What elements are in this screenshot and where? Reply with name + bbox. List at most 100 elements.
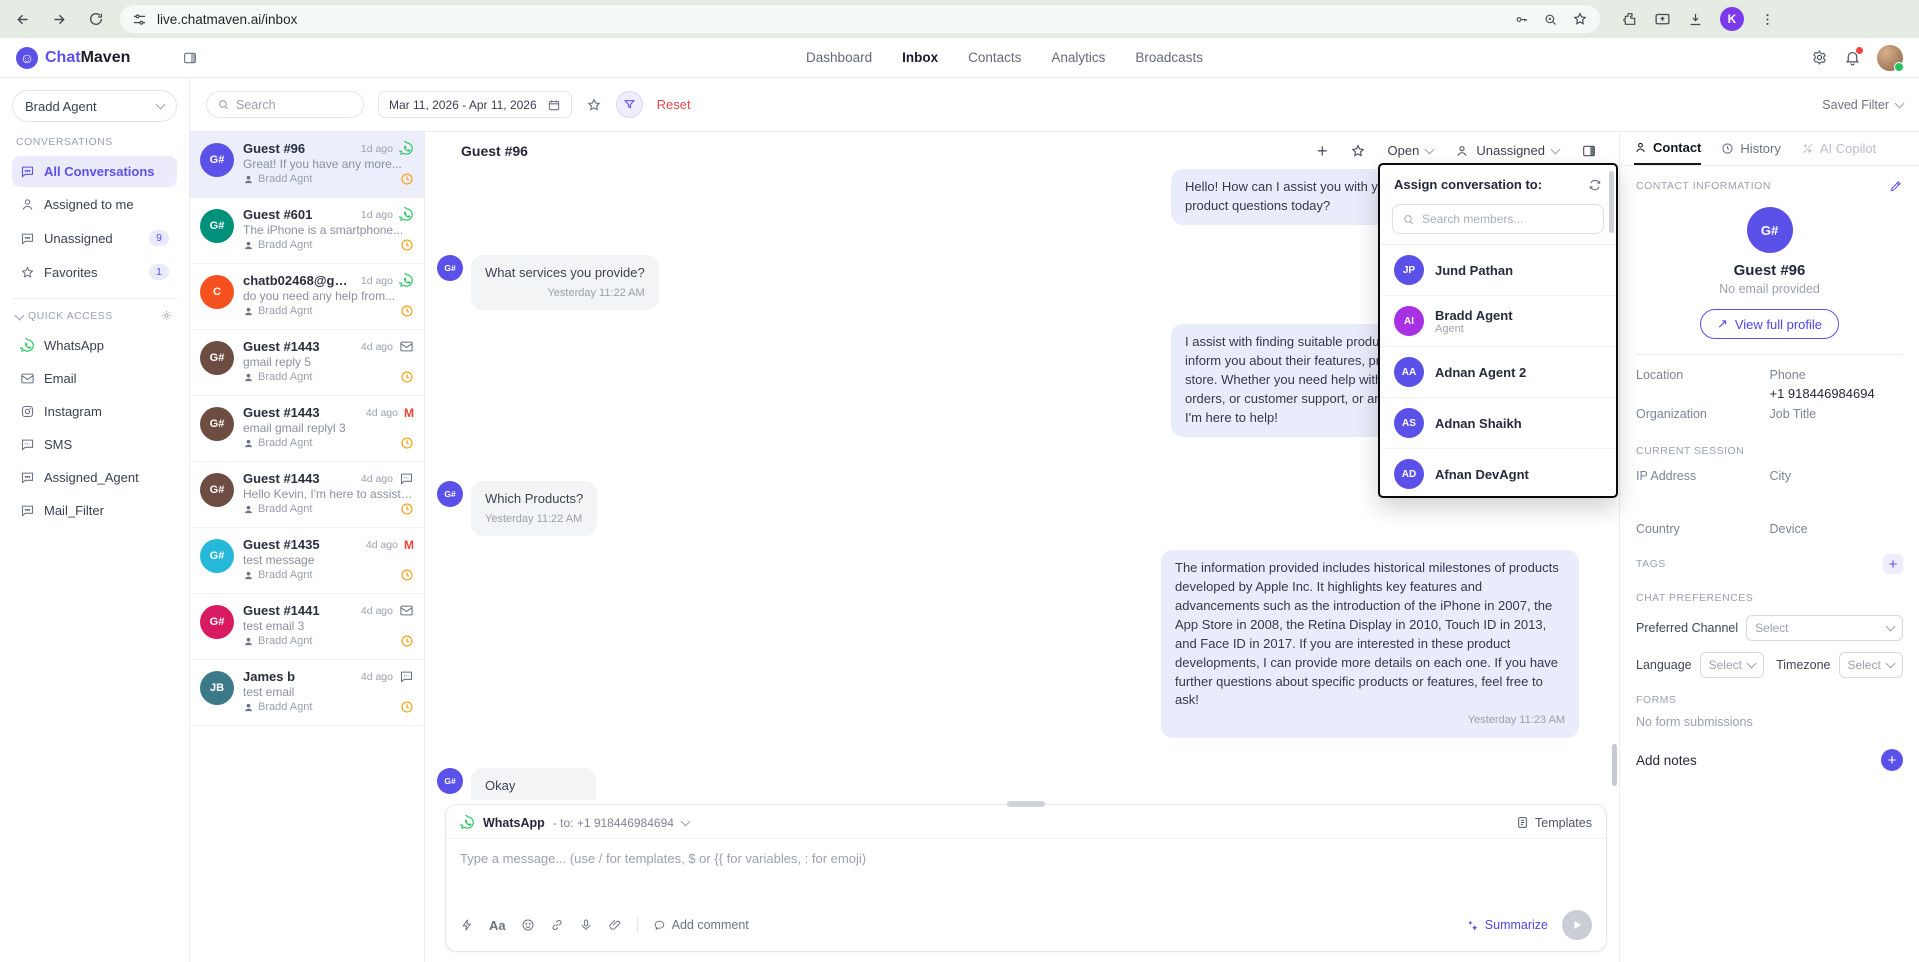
refresh-icon[interactable]	[1588, 178, 1602, 192]
browser-reload-icon[interactable]	[88, 11, 104, 27]
member-search-input[interactable]	[1422, 212, 1594, 226]
quick-access-item[interactable]: Instagram	[12, 396, 177, 427]
chat-bubble-icon	[20, 231, 35, 246]
conversation-row[interactable]: G# Guest #1441 4d ago test email 3 Bradd…	[190, 594, 424, 660]
chevron-down-icon[interactable]	[15, 310, 25, 320]
member-row[interactable]: AI Bradd Agent Agent	[1380, 295, 1616, 346]
downloads-icon[interactable]	[1687, 11, 1704, 28]
add-comment-button[interactable]: Add comment	[653, 918, 749, 932]
favorite-star-icon[interactable]	[1350, 143, 1366, 159]
bookmark-star-icon[interactable]	[1572, 11, 1588, 27]
phone-value: +1 918446984694	[1770, 386, 1904, 403]
sidebar-item[interactable]: All Conversations	[12, 156, 177, 187]
notifications-bell-icon[interactable]	[1844, 49, 1861, 66]
browser-menu-icon[interactable]	[1760, 12, 1775, 27]
nav-item[interactable]: Broadcasts	[1135, 50, 1203, 65]
conversation-preview: email gmail replyl 3	[243, 421, 414, 435]
sidebar-item[interactable]: Unassigned 9	[12, 222, 177, 254]
member-row[interactable]: AS Adnan Shaikh	[1380, 397, 1616, 448]
nav-item[interactable]: Dashboard	[806, 50, 872, 65]
browser-back-icon[interactable]	[14, 11, 31, 28]
panel-toggle-icon[interactable]	[1581, 143, 1597, 159]
quick-access-gear-icon[interactable]	[160, 309, 173, 322]
filter-funnel-button[interactable]	[616, 91, 643, 118]
sidebar-collapse-icon[interactable]	[182, 50, 198, 66]
quick-access-item[interactable]: Email	[12, 363, 177, 394]
favorite-filter-star-icon[interactable]	[586, 97, 602, 113]
reset-filters-link[interactable]: Reset	[657, 97, 691, 112]
member-row[interactable]: JP Jund Pathan	[1380, 245, 1616, 295]
chevron-down-icon[interactable]	[680, 816, 690, 826]
main-nav: Dashboard Inbox Contacts Analytics Broadcast…	[198, 50, 1811, 65]
member-search[interactable]	[1392, 204, 1604, 234]
sidebar-item[interactable]: Favorites 1	[12, 256, 177, 288]
assignee-dropdown[interactable]: Unassigned	[1455, 143, 1559, 158]
mic-icon[interactable]	[579, 918, 593, 932]
text-format-icon[interactable]: Aa	[489, 918, 506, 933]
tab-history[interactable]: History	[1721, 132, 1780, 165]
conversation-row[interactable]: G# Guest #1435 4d ago M test message Bra…	[190, 528, 424, 594]
nav-item[interactable]: Inbox	[902, 50, 938, 65]
add-icon[interactable]: +	[1317, 142, 1328, 160]
conversation-row[interactable]: G# Guest #96 1d ago Great! If you have a…	[190, 132, 424, 198]
chat-scrollbar[interactable]	[1612, 744, 1617, 786]
quick-access-item[interactable]: WhatsApp	[12, 330, 177, 361]
chevron-down-icon	[1895, 98, 1905, 108]
link-icon[interactable]	[550, 918, 564, 932]
emoji-icon[interactable]	[521, 918, 535, 932]
browser-profile-avatar[interactable]: K	[1720, 7, 1744, 31]
message-input[interactable]	[460, 851, 1592, 889]
composer-drag-handle[interactable]	[1007, 801, 1045, 807]
conversation-row[interactable]: G# Guest #1443 4d ago M email gmail repl…	[190, 396, 424, 462]
popup-scrollbar[interactable]	[1609, 171, 1614, 233]
address-bar[interactable]: live.chatmaven.ai/inbox	[120, 5, 1600, 33]
settings-gear-icon[interactable]	[1811, 49, 1828, 66]
tab-share-icon[interactable]	[1654, 11, 1671, 28]
tab-ai-copilot[interactable]: AI Copilot	[1801, 132, 1876, 165]
preferred-channel-select[interactable]: Select	[1746, 615, 1903, 641]
quick-access-item[interactable]: Mail_Filter	[12, 495, 177, 526]
browser-forward-icon[interactable]	[51, 11, 68, 28]
calendar-icon	[547, 98, 561, 112]
sidebar-item-label: Favorites	[44, 265, 97, 280]
add-tag-button[interactable]: +	[1883, 554, 1903, 574]
user-avatar[interactable]	[1877, 45, 1903, 71]
timezone-select[interactable]: Select	[1839, 652, 1903, 678]
nav-item[interactable]: Contacts	[968, 50, 1021, 65]
status-dropdown[interactable]: Open	[1388, 143, 1434, 158]
search-input[interactable]	[236, 98, 353, 112]
sidebar-item-label: Assigned to me	[44, 197, 134, 212]
edit-pencil-icon[interactable]	[1889, 179, 1903, 193]
tab-contact[interactable]: Contact	[1634, 132, 1701, 165]
agent-select[interactable]: Bradd Agent	[12, 90, 177, 122]
templates-button[interactable]: Templates	[1516, 816, 1592, 830]
conversation-row[interactable]: JB James b 4d ago test email Bradd Agnt	[190, 660, 424, 726]
add-note-button[interactable]: +	[1881, 749, 1903, 771]
brand-logo[interactable]: ☺ ChatMaven	[16, 47, 174, 69]
extensions-icon[interactable]	[1622, 11, 1638, 27]
saved-filter-dropdown[interactable]: Saved Filter	[1822, 98, 1903, 112]
member-avatar: JP	[1394, 255, 1424, 285]
conversation-search[interactable]	[206, 91, 364, 118]
site-settings-icon[interactable]	[132, 12, 147, 27]
password-key-icon[interactable]	[1514, 12, 1529, 27]
member-row[interactable]: AA Adnan Agent 2	[1380, 346, 1616, 397]
nav-item[interactable]: Analytics	[1051, 50, 1105, 65]
date-range-picker[interactable]: Mar 11, 2026 - Apr 11, 2026	[378, 91, 572, 118]
conversation-row[interactable]: G# Guest #1443 4d ago Hello Kevin, I'm h…	[190, 462, 424, 528]
sidebar-item[interactable]: Assigned to me	[12, 189, 177, 220]
conversation-title: Guest #1443	[243, 339, 355, 354]
send-button[interactable]	[1562, 910, 1592, 940]
conversation-row[interactable]: G# Guest #601 1d ago The iPhone is a sma…	[190, 198, 424, 264]
quick-access-item[interactable]: Assigned_Agent	[12, 462, 177, 493]
attachment-icon[interactable]	[608, 918, 622, 932]
language-select[interactable]: Select	[1700, 652, 1764, 678]
zoom-icon[interactable]	[1543, 12, 1558, 27]
view-full-profile-button[interactable]: ↗ View full profile	[1700, 309, 1839, 339]
member-row[interactable]: AD Afnan DevAgnt	[1380, 448, 1616, 496]
quick-reply-lightning-icon[interactable]	[460, 918, 474, 932]
conversation-row[interactable]: G# Guest #1443 4d ago gmail reply 5 Brad…	[190, 330, 424, 396]
quick-access-item[interactable]: SMS	[12, 429, 177, 460]
conversation-row[interactable]: C chatb02468@gmail.... 1d ago do you nee…	[190, 264, 424, 330]
summarize-button[interactable]: Summarize	[1466, 918, 1548, 932]
